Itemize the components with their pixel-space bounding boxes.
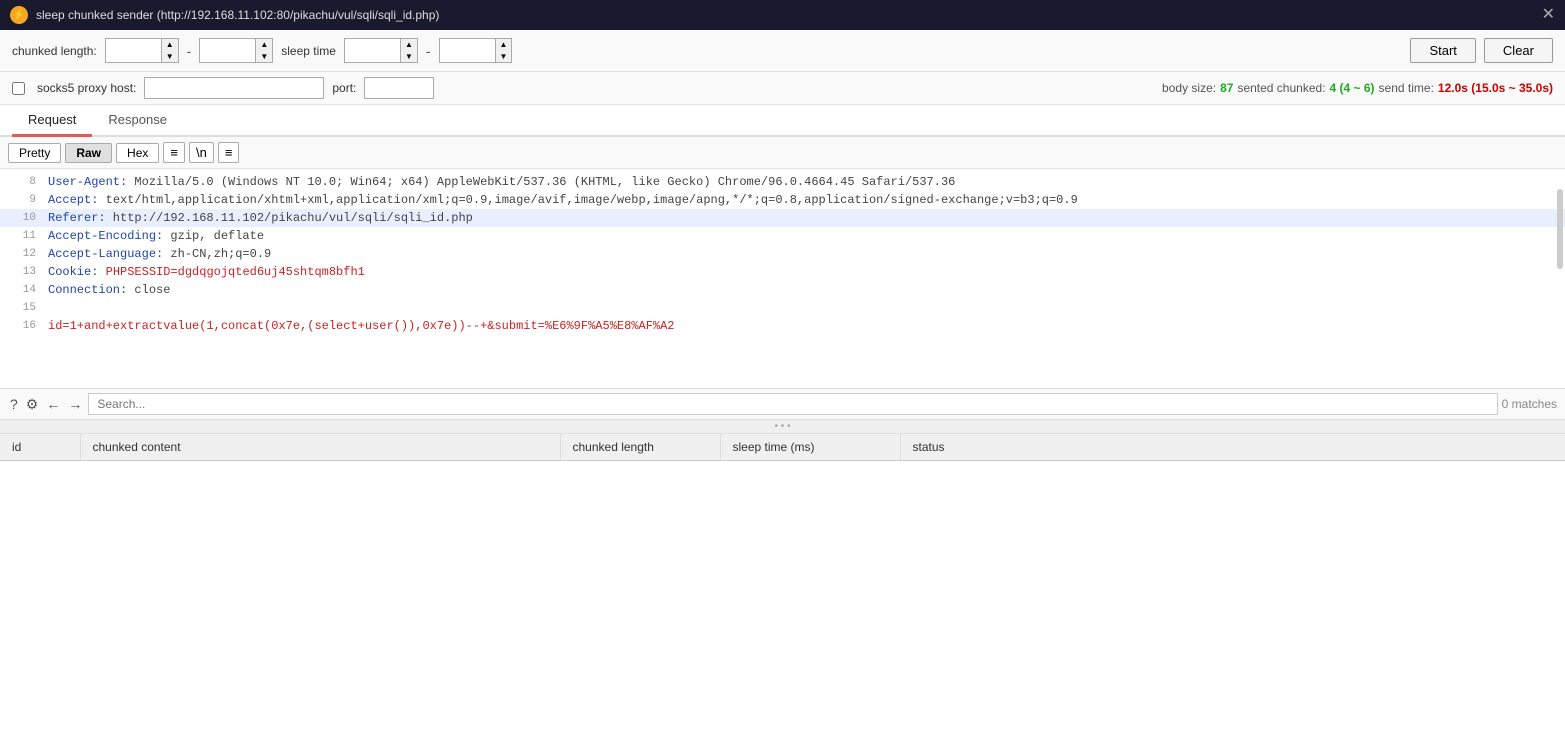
- chunked-length-max-up[interactable]: ▲: [256, 39, 272, 51]
- clear-button[interactable]: Clear: [1484, 38, 1553, 63]
- sented-chunked-value: 4 (4 ~ 6): [1330, 81, 1375, 95]
- code-line: 12 Accept-Language: zh-CN,zh;q=0.9: [0, 245, 1565, 263]
- settings-icon-button[interactable]: ⚙: [24, 394, 41, 415]
- pretty-button[interactable]: Pretty: [8, 143, 61, 163]
- line-content: Cookie: PHPSESSID=dgdqgojqted6uj45shtqm8…: [48, 263, 1557, 281]
- newline-icon-button[interactable]: \n: [189, 142, 214, 163]
- line-number: 11: [8, 227, 36, 245]
- sleep-time-min-down[interactable]: ▼: [401, 51, 417, 63]
- chunked-length-max-down[interactable]: ▼: [256, 51, 272, 63]
- sleep-time-max-input[interactable]: 5,000: [440, 41, 495, 61]
- col-header-id: id: [0, 434, 80, 461]
- line-content: Accept-Language: zh-CN,zh;q=0.9: [48, 245, 1557, 263]
- col-header-sleep-time: sleep time (ms): [720, 434, 900, 461]
- code-line: 10 Referer: http://192.168.11.102/pikachu…: [0, 209, 1565, 227]
- proxy-host-input[interactable]: 127.0.0.1: [144, 77, 324, 99]
- window-title: sleep chunked sender (http://192.168.11.…: [36, 8, 439, 22]
- line-content: Accept-Encoding: gzip, deflate: [48, 227, 1557, 245]
- chunked-length-min-up[interactable]: ▲: [162, 39, 178, 51]
- sleep-time-label: sleep time: [281, 44, 336, 58]
- raw-button[interactable]: Raw: [65, 143, 112, 163]
- tabs-row: Request Response: [0, 105, 1565, 137]
- wrap-icon-button[interactable]: ≡: [163, 142, 185, 163]
- dash1: -: [187, 43, 192, 59]
- line-content: Connection: close: [48, 281, 1557, 299]
- body-info: body size: 87 sented chunked: 4 (4 ~ 6) …: [1162, 81, 1553, 95]
- line-number: 14: [8, 281, 36, 299]
- code-line: 16 id=1+and+extractvalue(1,concat(0x7e,(s…: [0, 317, 1565, 335]
- port-label: port:: [332, 81, 356, 95]
- proxy-checkbox[interactable]: [12, 82, 25, 95]
- line-number: 16: [8, 317, 36, 335]
- line-content: Referer: http://192.168.11.102/pikachu/v…: [48, 209, 1557, 227]
- line-number: 15: [8, 299, 36, 317]
- port-input[interactable]: 1080: [364, 77, 434, 99]
- send-time-value: 12.0s (15.0s ~ 35.0s): [1438, 81, 1553, 95]
- resize-handle[interactable]: • • •: [0, 420, 1565, 434]
- hex-button[interactable]: Hex: [116, 143, 159, 163]
- sented-chunked-label: sented chunked:: [1237, 81, 1325, 95]
- sleep-time-max-spinner[interactable]: 5,000 ▲ ▼: [439, 38, 513, 63]
- title-bar: ⚡ sleep chunked sender (http://192.168.1…: [0, 0, 1565, 30]
- chunked-length-min-down[interactable]: ▼: [162, 51, 178, 63]
- send-time-label: send time:: [1379, 81, 1434, 95]
- code-line: 13 Cookie: PHPSESSID=dgdqgojqted6uj45shtq…: [0, 263, 1565, 281]
- sleep-time-min-input[interactable]: 3,000: [345, 41, 400, 61]
- col-header-chunked-length: chunked length: [560, 434, 720, 461]
- line-number: 13: [8, 263, 36, 281]
- sleep-time-min-up[interactable]: ▲: [401, 39, 417, 51]
- col-header-content: chunked content: [80, 434, 560, 461]
- code-line: 15: [0, 299, 1565, 317]
- match-count: 0 matches: [1502, 397, 1557, 411]
- menu-icon-button[interactable]: ≡: [218, 142, 240, 163]
- col-header-status: status: [900, 434, 1565, 461]
- chunked-length-label: chunked length:: [12, 44, 97, 58]
- search-row: ? ⚙ ← → 0 matches: [0, 389, 1565, 420]
- help-icon-button[interactable]: ?: [8, 394, 20, 414]
- controls-row: chunked length: 15 ▲ ▼ - 25 ▲ ▼ sleep ti…: [0, 30, 1565, 72]
- sleep-time-max-up[interactable]: ▲: [496, 39, 512, 51]
- line-number: 8: [8, 173, 36, 191]
- code-line: 9 Accept: text/html,application/xhtml+xml…: [0, 191, 1565, 209]
- code-line: 8 User-Agent: Mozilla/5.0 (Windows NT 10.…: [0, 173, 1565, 191]
- sleep-time-max-down[interactable]: ▼: [496, 51, 512, 63]
- line-content: Accept: text/html,application/xhtml+xml,…: [48, 191, 1557, 209]
- title-bar-left: ⚡ sleep chunked sender (http://192.168.1…: [10, 6, 439, 24]
- chunked-length-min-input[interactable]: 15: [106, 41, 161, 61]
- chunked-length-max-input[interactable]: 25: [200, 41, 255, 61]
- line-number: 12: [8, 245, 36, 263]
- tab-response[interactable]: Response: [92, 105, 183, 137]
- code-area[interactable]: 8 User-Agent: Mozilla/5.0 (Windows NT 10.…: [0, 169, 1565, 389]
- line-number: 10: [8, 209, 36, 227]
- table-container[interactable]: id chunked content chunked length sleep …: [0, 434, 1565, 654]
- proxy-label: socks5 proxy host:: [37, 81, 136, 95]
- line-content: User-Agent: Mozilla/5.0 (Windows NT 10.0…: [48, 173, 1557, 191]
- back-icon-button[interactable]: ←: [44, 394, 62, 414]
- editor-toolbar: Pretty Raw Hex ≡ \n ≡: [0, 137, 1565, 169]
- data-table: id chunked content chunked length sleep …: [0, 434, 1565, 461]
- tab-request[interactable]: Request: [12, 105, 92, 137]
- line-content: id=1+and+extractvalue(1,concat(0x7e,(sel…: [48, 317, 1557, 335]
- chunked-length-min-spinner[interactable]: 15 ▲ ▼: [105, 38, 179, 63]
- code-line: 14 Connection: close: [0, 281, 1565, 299]
- close-button[interactable]: ✕: [1542, 7, 1555, 23]
- body-size-value: 87: [1220, 81, 1233, 95]
- dash2: -: [426, 43, 431, 59]
- line-number: 9: [8, 191, 36, 209]
- chunked-length-max-spinner[interactable]: 25 ▲ ▼: [199, 38, 273, 63]
- start-button[interactable]: Start: [1410, 38, 1475, 63]
- scrollbar[interactable]: [1557, 189, 1563, 269]
- body-size-label: body size:: [1162, 81, 1216, 95]
- forward-icon-button[interactable]: →: [66, 394, 84, 414]
- sleep-time-min-spinner[interactable]: 3,000 ▲ ▼: [344, 38, 418, 63]
- table-header: id chunked content chunked length sleep …: [0, 434, 1565, 461]
- lightning-icon: ⚡: [10, 6, 28, 24]
- info-row: socks5 proxy host: 127.0.0.1 port: 1080 …: [0, 72, 1565, 105]
- code-line: 11 Accept-Encoding: gzip, deflate: [0, 227, 1565, 245]
- search-input[interactable]: [88, 393, 1497, 415]
